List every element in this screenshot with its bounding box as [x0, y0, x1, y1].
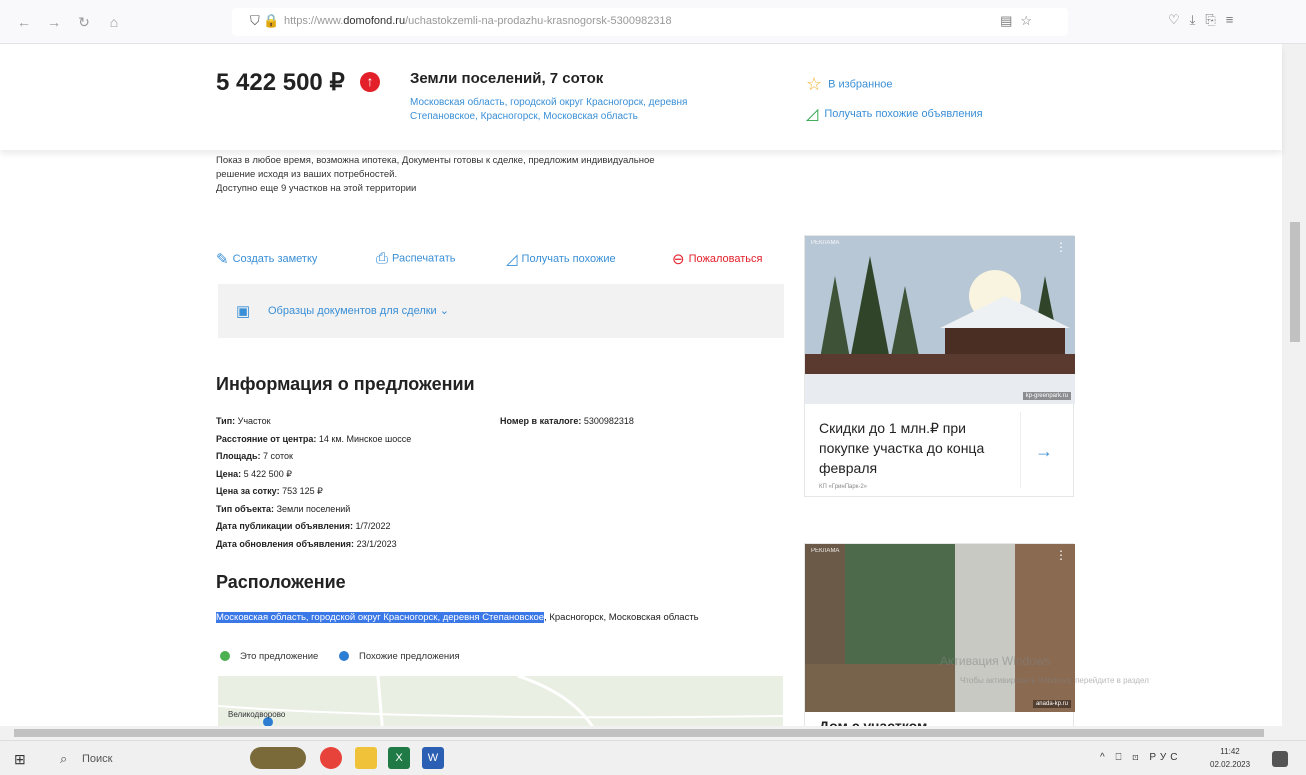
- info-list: Тип: Участок Расстояние от центра: 14 км…: [216, 413, 506, 553]
- map-town-label: Великодворово: [228, 710, 286, 719]
- complain-button[interactable]: ⊖ Пожаловаться: [672, 250, 762, 268]
- price-up-icon[interactable]: ↑: [360, 72, 380, 92]
- extensions-icons[interactable]: ♡⤓⎘≡: [1168, 12, 1243, 28]
- listing-address-link[interactable]: Московская область, городской округ Крас…: [410, 96, 750, 124]
- ad-card-2[interactable]: РЕКЛАМА ⋮ anada-kp.ru Дом с участком: [804, 543, 1075, 734]
- reload-icon[interactable]: ↻: [74, 12, 94, 32]
- search-icon: ⌕: [60, 751, 68, 766]
- catalog-number: Номер в каталоге: 5300982318: [500, 416, 634, 426]
- file-explorer-icon[interactable]: [355, 747, 377, 769]
- print-button[interactable]: ⎙ Распечатать: [376, 250, 455, 267]
- info-row-per-sotka: Цена за сотку: 753 125 ₽: [216, 486, 323, 496]
- info-row-object: Тип объекта: Земли поселений: [216, 503, 351, 514]
- get-similar-button[interactable]: ◿ Получать похожие: [506, 250, 616, 268]
- windows-taskbar: ⊞ ⌕ Поиск X W ^ ⎕ ⊡ РУС 11:42 02.02.2023: [0, 740, 1306, 775]
- chevron-down-icon: ⌄: [439, 305, 449, 317]
- ad-title: Скидки до 1 млн.₽ при покупке участка до…: [819, 420, 985, 476]
- info-row-updated: Дата обновления объявления: 23/1/2023: [216, 538, 397, 549]
- ad-subtitle: КП «ГринПарк-2»: [819, 484, 868, 490]
- taskbar-search[interactable]: ⌕ Поиск: [40, 745, 240, 772]
- ad-card-1[interactable]: РЕКЛАМА ⋮ kp-greenpark.ru Скидки до 1 мл…: [804, 235, 1075, 497]
- info-heading: Информация о предложении: [216, 374, 475, 394]
- system-tray[interactable]: ^ ⎕ ⊡ РУС: [1100, 752, 1181, 763]
- green-dot-icon: [220, 651, 230, 662]
- info-row-type: Тип: Участок: [216, 416, 271, 426]
- warning-icon: ⊖: [672, 251, 685, 268]
- document-icon: ▣: [236, 303, 251, 320]
- more-options-icon[interactable]: ⋮: [1055, 548, 1067, 562]
- map-legend: Это предложение Похожие предложения: [220, 651, 460, 662]
- listing-description: Показ в любое время, возможна ипотека, Д…: [216, 155, 655, 194]
- get-similar-link[interactable]: ◿ Получать похожие объявления: [806, 104, 983, 124]
- arrow-right-icon[interactable]: →: [1035, 441, 1053, 462]
- widget-icon[interactable]: [250, 747, 306, 769]
- listing-sticky-header: 5 422 500 ₽ ↑ Земли поселений, 7 соток М…: [0, 44, 1282, 150]
- home-icon[interactable]: ⌂: [104, 12, 124, 32]
- info-row-price: Цена: 5 422 500 ₽: [216, 468, 292, 479]
- windows-activation-watermark: Активация Windows: [940, 654, 1051, 668]
- vertical-scroll-thumb[interactable]: [1290, 222, 1300, 342]
- bookmark-star-icon[interactable]: ▤☆: [1000, 13, 1040, 29]
- location-address: Московская область, городской округ Крас…: [216, 612, 699, 623]
- vertical-scrollbar[interactable]: [1282, 44, 1306, 740]
- browser-toolbar: ← → ↻ ⌂ ⛉ 🔒 https://www.domofond.ru/ucha…: [0, 0, 1306, 44]
- listing-price: 5 422 500 ₽: [216, 69, 345, 96]
- selected-text: Московская область, городской округ Крас…: [216, 612, 545, 623]
- forward-icon[interactable]: →: [44, 12, 64, 32]
- location-heading: Расположение: [216, 572, 346, 592]
- yandex-browser-icon[interactable]: [320, 747, 342, 769]
- clock[interactable]: 11:42 02.02.2023: [1210, 745, 1250, 771]
- horizontal-scroll-thumb[interactable]: [14, 729, 1264, 737]
- printer-icon: ⎙: [376, 250, 389, 267]
- add-to-favorites-link[interactable]: ☆ В избранное: [806, 74, 893, 95]
- info-row-published: Дата публикации объявления: 1/7/2022: [216, 521, 391, 531]
- word-icon[interactable]: W: [422, 747, 444, 769]
- documents-dropdown[interactable]: ▣ Образцы документов для сделки ⌄: [218, 284, 784, 338]
- windows-start-icon[interactable]: ⊞: [14, 751, 26, 768]
- ad-1-image-svg: [805, 236, 1075, 404]
- pencil-icon: ✎: [216, 251, 229, 268]
- listing-title: Земли поселений, 7 соток: [410, 70, 604, 87]
- back-icon[interactable]: ←: [14, 12, 34, 32]
- ad-image-interior: РЕКЛАМА ⋮ anada-kp.ru: [805, 544, 1075, 712]
- more-options-icon[interactable]: ⋮: [1055, 240, 1067, 254]
- bell-plus-icon: ◿: [506, 251, 518, 268]
- blue-dot-icon: [338, 651, 349, 662]
- address-bar[interactable]: ⛉ 🔒 https://www.domofond.ru/uchastokzeml…: [232, 8, 1068, 36]
- star-icon: ☆: [806, 74, 823, 94]
- windows-activation-text: Чтобы активировать Windows, перейдите в …: [960, 676, 1149, 685]
- bell-icon: ◿: [806, 106, 819, 123]
- notifications-icon[interactable]: [1272, 751, 1288, 767]
- create-note-button[interactable]: ✎ Создать заметку: [216, 250, 317, 268]
- url-text[interactable]: https://www.domofond.ru/uchastokzemli-na…: [284, 15, 672, 27]
- excel-icon[interactable]: X: [388, 747, 410, 769]
- shield-lock-icon[interactable]: ⛉ 🔒: [250, 13, 280, 29]
- ad-2-image-svg: [805, 544, 1075, 712]
- ad-image-winter-house: РЕКЛАМА ⋮ kp-greenpark.ru: [805, 236, 1075, 404]
- info-row-area: Площадь: 7 соток: [216, 451, 293, 461]
- info-row-distance: Расстояние от центра: 14 км. Минское шос…: [216, 433, 412, 444]
